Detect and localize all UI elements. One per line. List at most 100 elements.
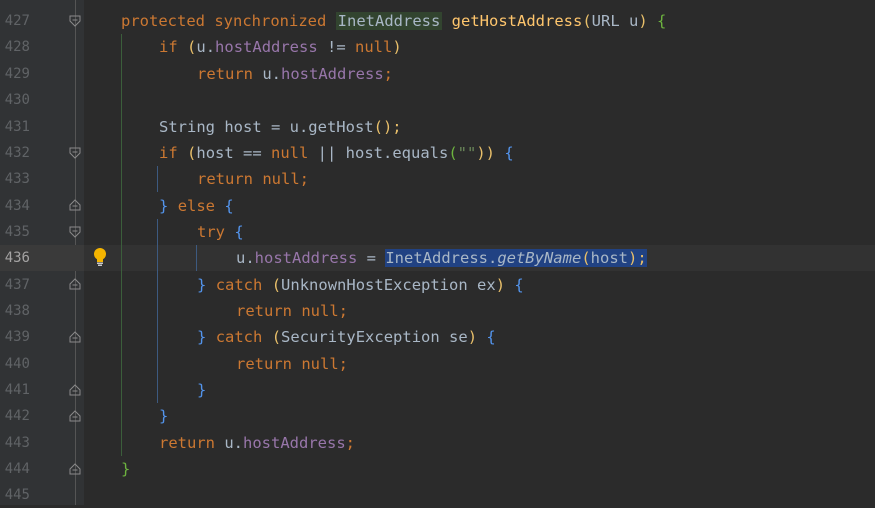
line-number: 432 <box>4 145 30 161</box>
lightbulb-icon[interactable] <box>92 247 108 267</box>
fold-close-icon[interactable] <box>69 463 81 475</box>
code-line-428[interactable]: if (u.hostAddress != null) <box>159 34 402 60</box>
fold-close-icon[interactable] <box>69 331 81 343</box>
code-text: InetAddress. <box>385 249 498 267</box>
line-number: 433 <box>4 171 30 187</box>
keyword: catch <box>215 276 263 294</box>
code-text: host <box>590 249 628 267</box>
paren: (); <box>373 118 402 136</box>
brace: { <box>657 12 667 30</box>
paren: ( <box>582 12 592 30</box>
keyword: return <box>236 355 292 373</box>
line-number: 428 <box>4 39 30 55</box>
paren: ( <box>581 249 591 267</box>
paren: ); <box>627 249 647 267</box>
code-text: String host = u.getHost <box>159 118 374 136</box>
paren: )) <box>476 144 496 162</box>
paren: ) <box>638 12 648 30</box>
keyword: null <box>355 38 393 56</box>
brace: { <box>486 328 496 346</box>
paren: ) <box>467 328 478 346</box>
code-line-442[interactable]: } <box>159 403 168 429</box>
code-line-429[interactable]: return u.hostAddress; <box>197 61 393 87</box>
code-line-444[interactable]: } <box>121 456 130 482</box>
field: hostAddress <box>215 38 318 56</box>
field: hostAddress <box>243 434 346 452</box>
line-number: 438 <box>4 303 30 319</box>
line-number: 437 <box>4 277 30 293</box>
code-text: u. <box>196 38 216 56</box>
line-number: 444 <box>4 461 30 477</box>
keyword: return <box>197 65 253 83</box>
code-line-443[interactable]: return u.hostAddress; <box>159 430 355 456</box>
code-text: ; <box>383 65 394 83</box>
keyword: catch <box>215 328 263 346</box>
fold-close-icon[interactable] <box>69 384 81 396</box>
line-number: 439 <box>4 329 30 345</box>
keyword: if <box>159 38 178 56</box>
fold-open-icon[interactable] <box>69 226 81 238</box>
code-line-427[interactable]: protected synchronized InetAddress getHo… <box>121 8 666 34</box>
code-line-432[interactable]: if (host == null || host.equals("")) { <box>159 140 514 166</box>
paren: ( <box>187 38 197 56</box>
code-text: ; <box>338 302 349 320</box>
code-line-434[interactable]: } else { <box>159 193 234 219</box>
code-line-436[interactable]: u.hostAddress = InetAddress.getByName(ho… <box>236 245 647 271</box>
code-editor[interactable]: 427 428 429 430 431 432 433 434 435 436 … <box>0 0 875 505</box>
brace: { <box>224 197 234 215</box>
keyword: return <box>197 170 253 188</box>
code-line-439[interactable]: } catch (SecurityException se) { <box>197 324 496 350</box>
fold-open-icon[interactable] <box>69 15 81 27</box>
brace: } <box>197 328 207 346</box>
string-literal: "" <box>457 144 477 162</box>
line-number: 430 <box>4 92 30 108</box>
code-line-441[interactable]: } <box>197 377 206 403</box>
code-text: u. <box>236 249 255 267</box>
keyword: if <box>159 144 178 162</box>
paren: ) <box>392 38 402 56</box>
line-number: 431 <box>4 119 30 135</box>
code-line-435[interactable]: try { <box>197 219 244 245</box>
code-line-438[interactable]: return null; <box>236 298 348 324</box>
fold-open-icon[interactable] <box>69 147 81 159</box>
code-line-440[interactable]: return null; <box>236 351 348 377</box>
code-text: SecurityException se <box>281 328 468 346</box>
code-line-433[interactable]: return null; <box>197 166 309 192</box>
return-type-highlight: InetAddress <box>335 12 443 30</box>
text-selection[interactable]: InetAddress.getByName(host); <box>385 249 647 267</box>
parameter: URL u <box>591 12 639 30</box>
keyword: return <box>236 302 292 320</box>
line-number: 442 <box>4 408 30 424</box>
code-line-431[interactable]: String host = u.getHost(); <box>159 114 402 140</box>
line-number: 440 <box>4 356 30 372</box>
line-number: 429 <box>4 66 30 82</box>
line-number: 441 <box>4 382 30 398</box>
indent-guide <box>196 245 197 271</box>
line-number-current: 436 <box>4 250 30 266</box>
code-text: ; <box>345 434 355 452</box>
line-number: 435 <box>4 224 30 240</box>
code-text: u. <box>215 434 243 452</box>
brace: { <box>504 144 514 162</box>
keyword: try <box>197 223 225 241</box>
method-name: getHostAddress <box>451 12 583 30</box>
keyword: null <box>271 144 309 162</box>
field: hostAddress <box>281 65 384 83</box>
code-text: UnknownHostException ex <box>281 276 496 294</box>
paren: ) <box>495 276 506 294</box>
code-text: ; <box>299 170 310 188</box>
paren: ( <box>271 276 282 294</box>
line-number: 443 <box>4 435 30 451</box>
indent-guide <box>157 219 158 403</box>
fold-close-icon[interactable] <box>69 410 81 422</box>
paren: ( <box>187 144 197 162</box>
code-text: = <box>357 249 386 267</box>
fold-close-icon[interactable] <box>69 199 81 211</box>
indent-guide <box>157 166 158 192</box>
keyword: null <box>301 355 339 373</box>
fold-close-icon[interactable] <box>69 278 81 290</box>
line-number: 427 <box>4 13 30 29</box>
brace: } <box>121 460 131 478</box>
code-line-437[interactable]: } catch (UnknownHostException ex) { <box>197 272 524 298</box>
